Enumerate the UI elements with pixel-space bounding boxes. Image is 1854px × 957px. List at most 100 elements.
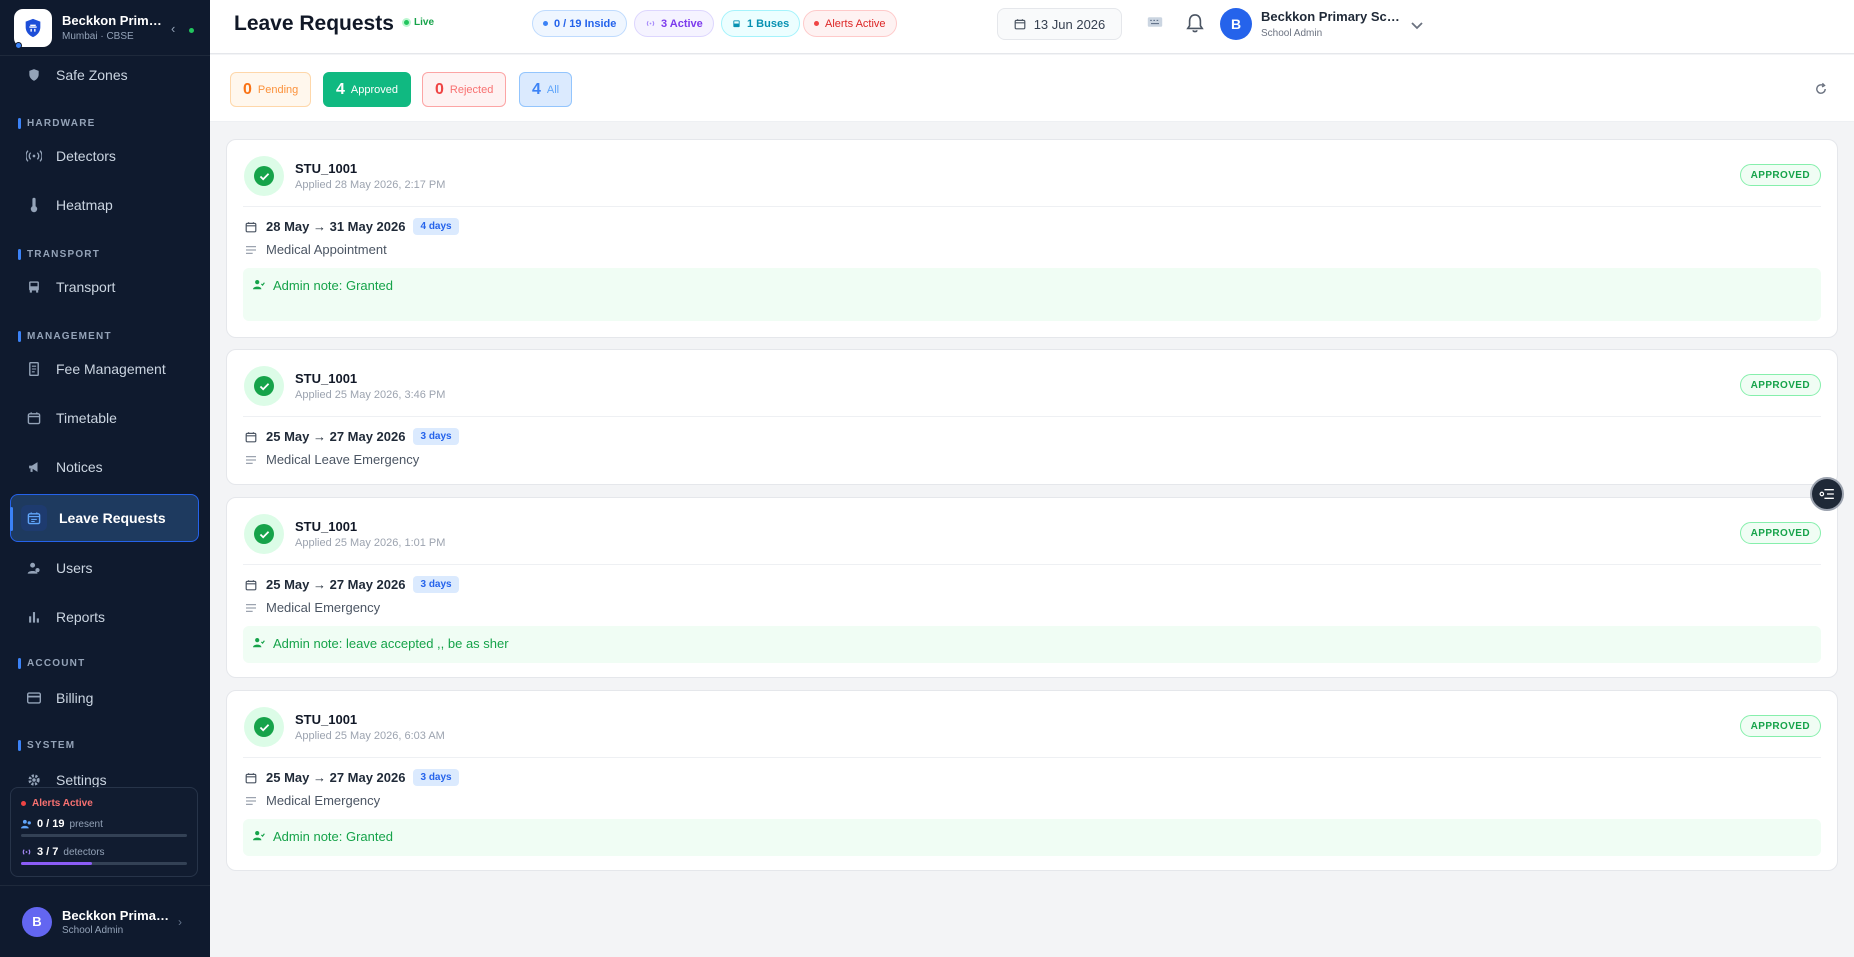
detectors-value: 3 / 7: [37, 846, 59, 858]
section-management: MANAGEMENT: [18, 331, 112, 342]
user-check-icon: [253, 279, 265, 290]
sidebar-item-transport[interactable]: Transport: [10, 265, 198, 309]
sidebar-item-detectors[interactable]: Detectors: [10, 134, 198, 178]
sidebar-user-menu[interactable]: B Beckkon Primary School School Admin ›: [0, 885, 210, 957]
filter-pending-button[interactable]: 0 Pending: [230, 72, 312, 107]
reason-text: Medical Leave Emergency: [266, 452, 420, 467]
approved-check-icon: [244, 366, 284, 406]
sidebar-item-leave-requests[interactable]: Leave Requests: [10, 494, 199, 542]
keyboard-icon[interactable]: [1147, 15, 1163, 33]
signal-icon: [22, 849, 31, 855]
applied-date: Applied 28 May 2026, 2:17 PM: [295, 179, 446, 191]
admin-note: Admin note: Granted: [243, 819, 1821, 856]
filter-approved-button[interactable]: 4 Approved: [323, 72, 411, 107]
sidebar-item-label: Notices: [56, 459, 103, 475]
topbar: Leave Requests Live 0 / 19 Inside 3 Acti…: [210, 0, 1854, 54]
active-chip-label: 3 Active: [661, 17, 703, 30]
date-range: 25 May → 27 May 2026: [266, 770, 406, 785]
sidebar-item-label: Fee Management: [56, 361, 166, 377]
status-badge: APPROVED: [1739, 374, 1821, 396]
sidebar-item-timetable[interactable]: Timetable: [10, 396, 198, 440]
sidebar-item-billing[interactable]: Billing: [10, 676, 198, 720]
refresh-icon[interactable]: [1814, 82, 1828, 101]
live-label: Live: [414, 17, 435, 28]
chevron-down-icon[interactable]: [1411, 17, 1423, 35]
leave-request-card[interactable]: STU_1001 Applied 25 May 2026, 3:46 PM AP…: [226, 349, 1838, 485]
system-status-card: Alerts Active 0 / 19 present 3 / 7 detec…: [10, 787, 198, 877]
buses-chip[interactable]: 1 Buses: [721, 10, 801, 37]
sidebar-item-label: Billing: [56, 690, 94, 706]
collapse-sidebar-icon[interactable]: ‹: [171, 21, 175, 36]
all-label: All: [546, 83, 560, 96]
user-role: School Admin: [1261, 28, 1323, 39]
date-range: 25 May → 27 May 2026: [266, 577, 406, 592]
users-icon: [21, 819, 31, 829]
calendar-icon: [1014, 18, 1026, 30]
detectors-stat: 3 / 7 detectors: [21, 846, 187, 858]
leave-dates: 25 May → 27 May 2026 3 days: [245, 769, 459, 786]
leave-request-card[interactable]: STU_1001 Applied 28 May 2026, 2:17 PM AP…: [226, 139, 1838, 338]
bell-icon[interactable]: [1186, 13, 1204, 38]
leave-reason: Medical Emergency: [245, 600, 380, 615]
calendar-check-icon: [21, 505, 47, 531]
credit-card-icon: [26, 690, 42, 706]
active-detectors-chip[interactable]: 3 Active: [634, 10, 714, 37]
section-transport: TRANSPORT: [18, 249, 100, 260]
inside-dot: [543, 21, 548, 26]
leave-reason: Medical Emergency: [245, 793, 380, 808]
present-label: present: [69, 818, 103, 830]
lines-icon: [245, 603, 257, 613]
divider: [243, 564, 1821, 565]
alerts-status-label: Alerts Active: [32, 798, 93, 809]
sidebar-item-safe-zones[interactable]: Safe Zones: [10, 53, 198, 97]
filter-lines-fab[interactable]: [1810, 477, 1844, 511]
all-count: 4: [532, 80, 541, 98]
bar-chart-icon: [26, 609, 42, 625]
school-logo[interactable]: [14, 8, 52, 49]
avatar: B: [22, 906, 52, 937]
sidebar-item-notices[interactable]: Notices: [10, 445, 198, 489]
admin-note: Admin note: leave accepted ,, be as sher: [243, 626, 1821, 663]
sidebar-item-reports[interactable]: Reports: [10, 595, 198, 639]
sidebar-item-heatmap[interactable]: Heatmap: [10, 183, 198, 227]
leave-reason: Medical Appointment: [245, 242, 387, 257]
rejected-label: Rejected: [449, 83, 494, 96]
approved-check-icon: [244, 156, 284, 196]
avatar[interactable]: B: [1220, 8, 1252, 40]
user-menu[interactable]: Beckkon Primary School School Admin: [1261, 9, 1406, 39]
lines-icon: [245, 245, 257, 255]
inside-chip[interactable]: 0 / 19 Inside: [532, 10, 628, 37]
sidebar-item-users[interactable]: Users: [10, 546, 198, 590]
admin-note-text: Admin note: Granted: [273, 829, 393, 844]
live-dot: [402, 18, 411, 27]
sidebar-header: Beckkon Primary School Mumbai · CBSE ‹: [0, 0, 210, 56]
applied-date: Applied 25 May 2026, 6:03 AM: [295, 730, 445, 742]
sidebar-item-label: Leave Requests: [59, 510, 166, 526]
bus-icon: [26, 279, 42, 295]
sidebar: Beckkon Primary School Mumbai · CBSE ‹ S…: [0, 0, 210, 957]
alerts-chip[interactable]: Alerts Active: [803, 10, 897, 37]
rejected-count: 0: [435, 80, 444, 98]
detectors-progress-fill: [21, 862, 93, 865]
filter-rejected-button[interactable]: 0 Rejected: [422, 72, 507, 107]
online-dot: [189, 28, 194, 33]
section-hardware: HARDWARE: [18, 118, 96, 129]
leave-reason: Medical Leave Emergency: [245, 452, 419, 467]
sidebar-item-label: Reports: [56, 609, 106, 625]
leave-request-card[interactable]: STU_1001 Applied 25 May 2026, 1:01 PM AP…: [226, 497, 1838, 678]
filter-bar: 0 Pending 4 Approved 0 Rejected 4 All: [210, 55, 1854, 122]
sidebar-item-label: Users: [56, 560, 93, 576]
school-meta: Mumbai · CBSE: [62, 31, 134, 42]
sidebar-item-fee-management[interactable]: Fee Management: [10, 347, 198, 391]
divider: [243, 206, 1821, 207]
approved-count: 4: [336, 80, 345, 98]
leave-request-card[interactable]: STU_1001 Applied 25 May 2026, 6:03 AM AP…: [226, 690, 1838, 871]
sidebar-item-label: Heatmap: [56, 197, 113, 213]
user-check-icon: [253, 637, 265, 648]
sidebar-item-label: Transport: [56, 279, 116, 295]
student-id: STU_1001: [295, 519, 358, 534]
filter-all-button[interactable]: 4 All: [519, 72, 573, 107]
approved-label: Approved: [350, 83, 398, 96]
date-picker[interactable]: 13 Jun 2026: [997, 8, 1122, 40]
leave-dates: 28 May → 31 May 2026 4 days: [245, 218, 459, 235]
